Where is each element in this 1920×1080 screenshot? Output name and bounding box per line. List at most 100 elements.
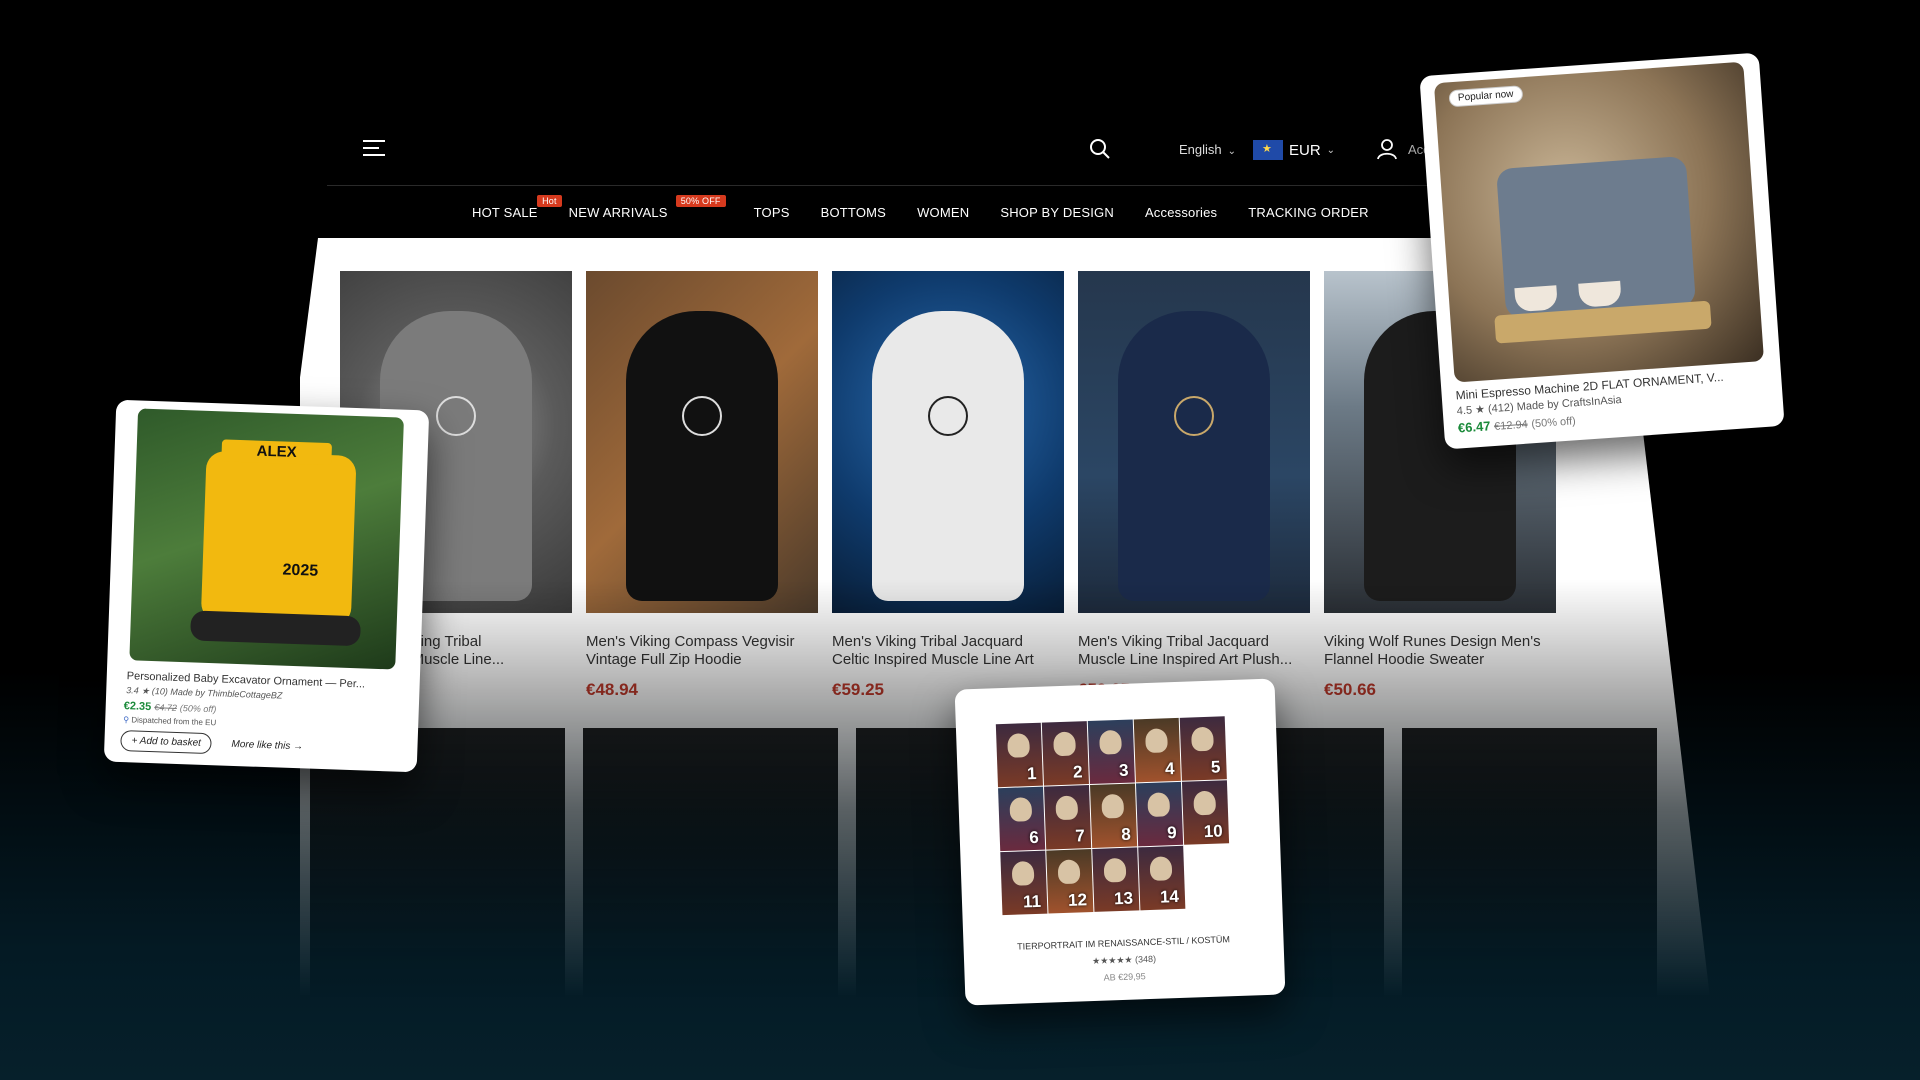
product-image[interactable] [583,728,838,998]
currency-selector[interactable]: EUR ⌄ [1253,140,1335,160]
rating-value: 3.4 [126,685,139,696]
language-label: English [1179,142,1222,157]
vegvisir-emblem-graphic [682,396,722,436]
dispatch-label: Dispatched from the EU [131,715,217,728]
chevron-down-icon: ⌄ [1326,144,1336,156]
account-link[interactable]: Acc [1376,138,1430,160]
nav-label: TOPS [753,204,790,220]
rating-value: 4.5 [1456,404,1473,418]
portrait-tile: 2 [1041,721,1089,786]
product-image[interactable]: Popular now [1433,61,1765,383]
discount-label: (50% off) [179,703,217,715]
nav-new-arrivals[interactable]: NEW ARRIVALS 50% OFF [568,194,726,220]
portrait-number: 4 [1164,759,1175,779]
original-price: €12.94 [1493,418,1529,433]
product-image[interactable] [310,728,565,998]
nav-label: NEW ARRIVALS [568,204,668,220]
product-price: €48.94 [586,680,638,699]
add-to-basket-label: Add to basket [139,735,202,749]
product-image[interactable] [1402,728,1657,998]
eu-flag-icon [1253,140,1283,160]
excavator-graphic [200,450,357,626]
nav-women[interactable]: WOMEN [917,205,969,220]
add-to-basket-button[interactable]: + Add to basket [120,730,213,755]
main-nav: HOT SALE Hot NEW ARRIVALS 50% OFF TOPS B… [327,186,1467,238]
featured-card-excavator[interactable]: ALEX 2025 Personalized Baby Excavator Or… [103,399,430,773]
original-price: €4.72 [154,702,177,713]
product-image[interactable] [832,271,1064,613]
featured-card-pet-portrait[interactable]: 1 2 3 4 5 6 7 8 9 10 11 12 13 14 TIERPOR… [954,678,1286,1006]
featured-card-espresso[interactable]: Popular now Mini Espresso Machine 2D FLA… [1419,52,1785,450]
nav-label: TRACKING ORDER [1248,204,1369,220]
dispatch-row: ⚲ Dispatched from the EU [123,715,216,727]
portrait-number: 1 [1026,763,1037,784]
portrait-tile: 1 [995,722,1043,788]
portrait-number: 7 [1074,826,1086,846]
more-like-this-label: More like this [231,738,291,752]
price-row: €2.35 €4.72 (50% off) [124,700,217,715]
portrait-tile: 6 [998,786,1046,852]
portrait-tile: 11 [1000,850,1048,916]
product-card[interactable]: Men's Viking Compass Vegvisir Vintage Fu… [586,271,818,700]
emblem-graphic [928,396,968,436]
product-image[interactable] [1078,271,1310,613]
currency-label: EUR [1289,141,1321,159]
search-icon[interactable] [1089,138,1111,160]
portrait-tile: 8 [1089,783,1138,848]
review-count: (412) [1487,401,1515,416]
emblem-graphic [1174,396,1214,436]
pet-portrait-grid[interactable]: 1 2 3 4 5 6 7 8 9 10 11 12 13 14 [995,716,1230,916]
popular-now-badge: Popular now [1448,85,1524,108]
product-price: €50.66 [1324,680,1376,699]
rating-row: 3.4 ★ (10) Made by ThimbleCottageBZ [126,685,283,701]
product-title[interactable]: Viking Wolf Runes Design Men's Flannel H… [1324,633,1556,669]
sale-price: €2.35 [123,700,152,714]
sale-price: €6.47 [1457,418,1491,436]
seller-name: Made by ThimbleCottageBZ [170,686,283,701]
hoodie-graphic [1118,311,1270,601]
product-row: Viking Tribal c Muscle Line... Men's Vik… [340,271,1556,700]
hot-badge: Hot [537,194,562,207]
chevron-down-icon: ⌄ [1227,146,1237,157]
portrait-number: 12 [1067,890,1088,910]
language-selector[interactable]: English ⌄ [1179,142,1236,157]
plus-icon: + [131,735,138,747]
product-image[interactable] [586,271,818,613]
product-title[interactable]: Men's Viking Tribal Jacquard Muscle Line… [1078,633,1310,669]
nav-label: HOT SALE [472,204,538,220]
portrait-number: 11 [1022,891,1042,912]
portrait-tile: 7 [1044,785,1092,850]
nav-tracking-order[interactable]: TRACKING ORDER [1248,205,1369,220]
product-card[interactable]: Men's Viking Tribal Jacquard Celtic Insp… [832,271,1064,700]
discount-label: (50% off) [1530,415,1577,431]
portrait-tile: 4 [1133,717,1181,783]
product-image[interactable]: ALEX 2025 [129,408,404,670]
nav-label: SHOP BY DESIGN [1000,204,1114,220]
menu-icon[interactable] [363,140,385,156]
portrait-number: 2 [1072,762,1083,782]
portrait-tile: 13 [1092,847,1140,912]
nav-label: BOTTOMS [820,204,887,220]
emblem-graphic [436,396,476,436]
nav-hot-sale[interactable]: HOT SALE Hot [472,194,562,220]
portrait-number: 9 [1166,823,1178,843]
nav-shop-by-design[interactable]: SHOP BY DESIGN [1000,205,1114,220]
portrait-tile: 10 [1181,780,1230,845]
product-title[interactable]: Men's Viking Compass Vegvisir Vintage Fu… [586,633,818,669]
review-count: (10) [151,686,169,697]
star-icon: ★ [141,685,150,696]
arrow-right-icon: → [292,741,304,753]
product-title[interactable]: Men's Viking Tribal Jacquard Celtic Insp… [832,633,1064,669]
ornament-name: ALEX [221,439,333,466]
nav-label: Accessories [1144,204,1218,220]
site-header: English ⌄ EUR ⌄ Acc [327,100,1467,186]
nav-tops[interactable]: TOPS [754,205,790,220]
product-card[interactable]: Men's Viking Tribal Jacquard Muscle Line… [1078,271,1310,700]
star-icon: ★ [1474,403,1486,417]
user-icon [1377,139,1397,160]
nav-label: WOMEN [917,204,970,220]
nav-bottoms[interactable]: BOTTOMS [821,205,886,220]
more-like-this-link[interactable]: More like this → [231,739,303,752]
nav-accessories[interactable]: Accessories [1145,205,1217,220]
hoodie-graphic [626,311,778,601]
